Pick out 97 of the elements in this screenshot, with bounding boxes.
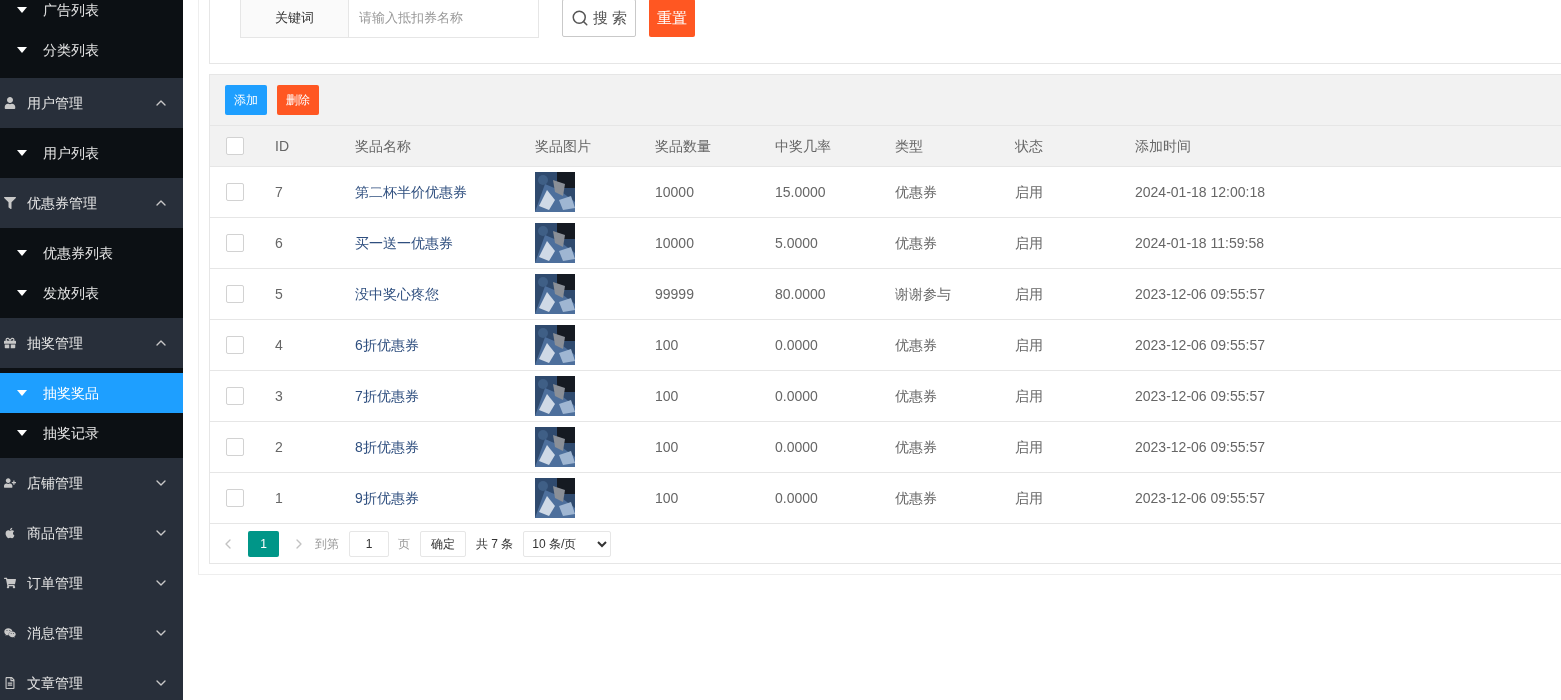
table-cell-text: 2 — [275, 437, 283, 457]
table-cell-text: 100 — [655, 437, 679, 457]
column-header: 状态 — [1000, 126, 1120, 167]
column-header: 添加时间 — [1120, 126, 1561, 167]
table-cell-text: 优惠券 — [895, 233, 937, 253]
caret-icon — [17, 150, 27, 156]
table-cell-text: 4 — [275, 335, 283, 355]
table-cell-text: 10000 — [655, 233, 694, 253]
page-size-select[interactable]: 10 条/页 — [523, 530, 612, 557]
caret-icon — [17, 390, 27, 396]
sidebar-submenu-item[interactable]: 优惠券列表 — [0, 233, 183, 273]
table-cell-text: 优惠券 — [895, 386, 937, 406]
prize-name-link[interactable]: 6折优惠券 — [355, 334, 419, 356]
column-header: 类型 — [880, 126, 1000, 167]
table-cell-text: 99999 — [655, 284, 694, 304]
table-cell-text: 启用 — [1015, 488, 1043, 508]
gift-icon — [4, 337, 16, 349]
column-header: 奖品名称 — [340, 126, 520, 167]
keyword-field[interactable]: 请输入抵扣券名称 — [349, 0, 539, 38]
person-plus-icon — [4, 477, 16, 489]
table-cell-text: 启用 — [1015, 233, 1043, 253]
search-icon — [571, 9, 589, 27]
table-cell-text: 2023-12-06 09:55:57 — [1135, 335, 1265, 355]
table-cell-text: 100 — [655, 488, 679, 508]
checkbox[interactable] — [226, 234, 244, 252]
sidebar-submenu-item[interactable]: 用户列表 — [0, 133, 183, 173]
table-cell-text: 启用 — [1015, 386, 1043, 406]
search-button[interactable]: 搜 索 — [562, 0, 637, 37]
table-cell-text: 优惠券 — [895, 437, 937, 457]
table-cell-text: 2023-12-06 09:55:57 — [1135, 437, 1265, 457]
goto-label: 到第 — [315, 535, 339, 553]
caret-icon — [17, 47, 27, 53]
checkbox[interactable] — [226, 183, 244, 201]
table-cell-text: 优惠券 — [895, 335, 937, 355]
table-cell-text: 2023-12-06 09:55:57 — [1135, 386, 1265, 406]
keyword-label: 关键词 — [240, 0, 349, 38]
prize-name-link[interactable]: 买一送一优惠券 — [355, 232, 453, 254]
sidebar-submenu-item[interactable]: 发放列表 — [0, 273, 183, 313]
table-cell-text: 谢谢参与 — [895, 284, 951, 304]
chat-bubbles-icon — [4, 627, 16, 639]
checkbox[interactable] — [226, 387, 244, 405]
prize-name-link[interactable]: 没中奖心疼您 — [355, 283, 439, 305]
table-cell-text: 2024-01-18 12:00:18 — [1135, 182, 1265, 202]
caret-icon — [17, 7, 27, 13]
table-cell-text: 0.0000 — [775, 386, 818, 406]
table-cell-text: 3 — [275, 386, 283, 406]
table-cell-text: 启用 — [1015, 284, 1043, 304]
checkbox[interactable] — [226, 336, 244, 354]
checkbox[interactable] — [226, 285, 244, 303]
table-cell-text: 0.0000 — [775, 437, 818, 457]
total-count: 共 7 条 — [476, 535, 514, 553]
checkbox[interactable] — [226, 489, 244, 507]
apple-icon — [4, 527, 16, 539]
prize-name-link[interactable]: 第二杯半价优惠券 — [355, 181, 467, 203]
page-number-field[interactable]: 1 — [349, 530, 389, 557]
table-cell-text: 启用 — [1015, 335, 1043, 355]
prize-name-link[interactable]: 7折优惠券 — [355, 385, 419, 407]
table-cell-text: 2023-12-06 09:55:57 — [1135, 488, 1265, 508]
table-cell-text: 优惠券 — [895, 182, 937, 202]
prize-name-link[interactable]: 8折优惠券 — [355, 436, 419, 458]
table-cell-text: 2024-01-18 11:59:58 — [1135, 233, 1264, 253]
checkbox[interactable] — [226, 438, 244, 456]
column-header: ID — [260, 126, 340, 167]
table-cell-text: 0.0000 — [775, 335, 818, 355]
person-icon — [4, 97, 16, 109]
table-cell-text: 15.0000 — [775, 182, 826, 202]
table-cell-text: 100 — [655, 386, 679, 406]
caret-icon — [17, 290, 27, 296]
sidebar-submenu-item[interactable]: 抽奖记录 — [0, 413, 183, 453]
table-cell-text: 80.0000 — [775, 284, 826, 304]
table-cell-text: 100 — [655, 335, 679, 355]
column-header: 中奖几率 — [760, 126, 880, 167]
table-cell-text: 2023-12-06 09:55:57 — [1135, 284, 1265, 304]
cart-icon — [4, 577, 16, 589]
prize-name-link[interactable]: 9折优惠券 — [355, 487, 419, 509]
table-cell-text: 启用 — [1015, 182, 1043, 202]
caret-icon — [17, 430, 27, 436]
confirm-button[interactable]: 确定 — [420, 530, 466, 557]
table-cell-text: 0.0000 — [775, 488, 818, 508]
table-cell-text: 1 — [275, 488, 283, 508]
table-cell-text: 优惠券 — [895, 488, 937, 508]
sidebar-submenu-item[interactable]: 广告列表 — [0, 0, 183, 30]
table-cell-text: 启用 — [1015, 437, 1043, 457]
sidebar-submenu-item[interactable]: 分类列表 — [0, 30, 183, 70]
table-cell-text: 5 — [275, 284, 283, 304]
column-header: 奖品数量 — [640, 126, 760, 167]
page-unit-label: 页 — [398, 535, 410, 553]
table-cell-text: 7 — [275, 182, 283, 202]
table-cell-text: 5.0000 — [775, 233, 818, 253]
page-button[interactable]: 1 — [248, 530, 279, 557]
table-cell-text: 10000 — [655, 182, 694, 202]
table-cell-text: 6 — [275, 233, 283, 253]
checkbox[interactable] — [226, 137, 244, 155]
caret-icon — [17, 250, 27, 256]
funnel-icon — [4, 197, 16, 209]
column-header: 奖品图片 — [520, 126, 640, 167]
document-icon — [4, 677, 16, 689]
